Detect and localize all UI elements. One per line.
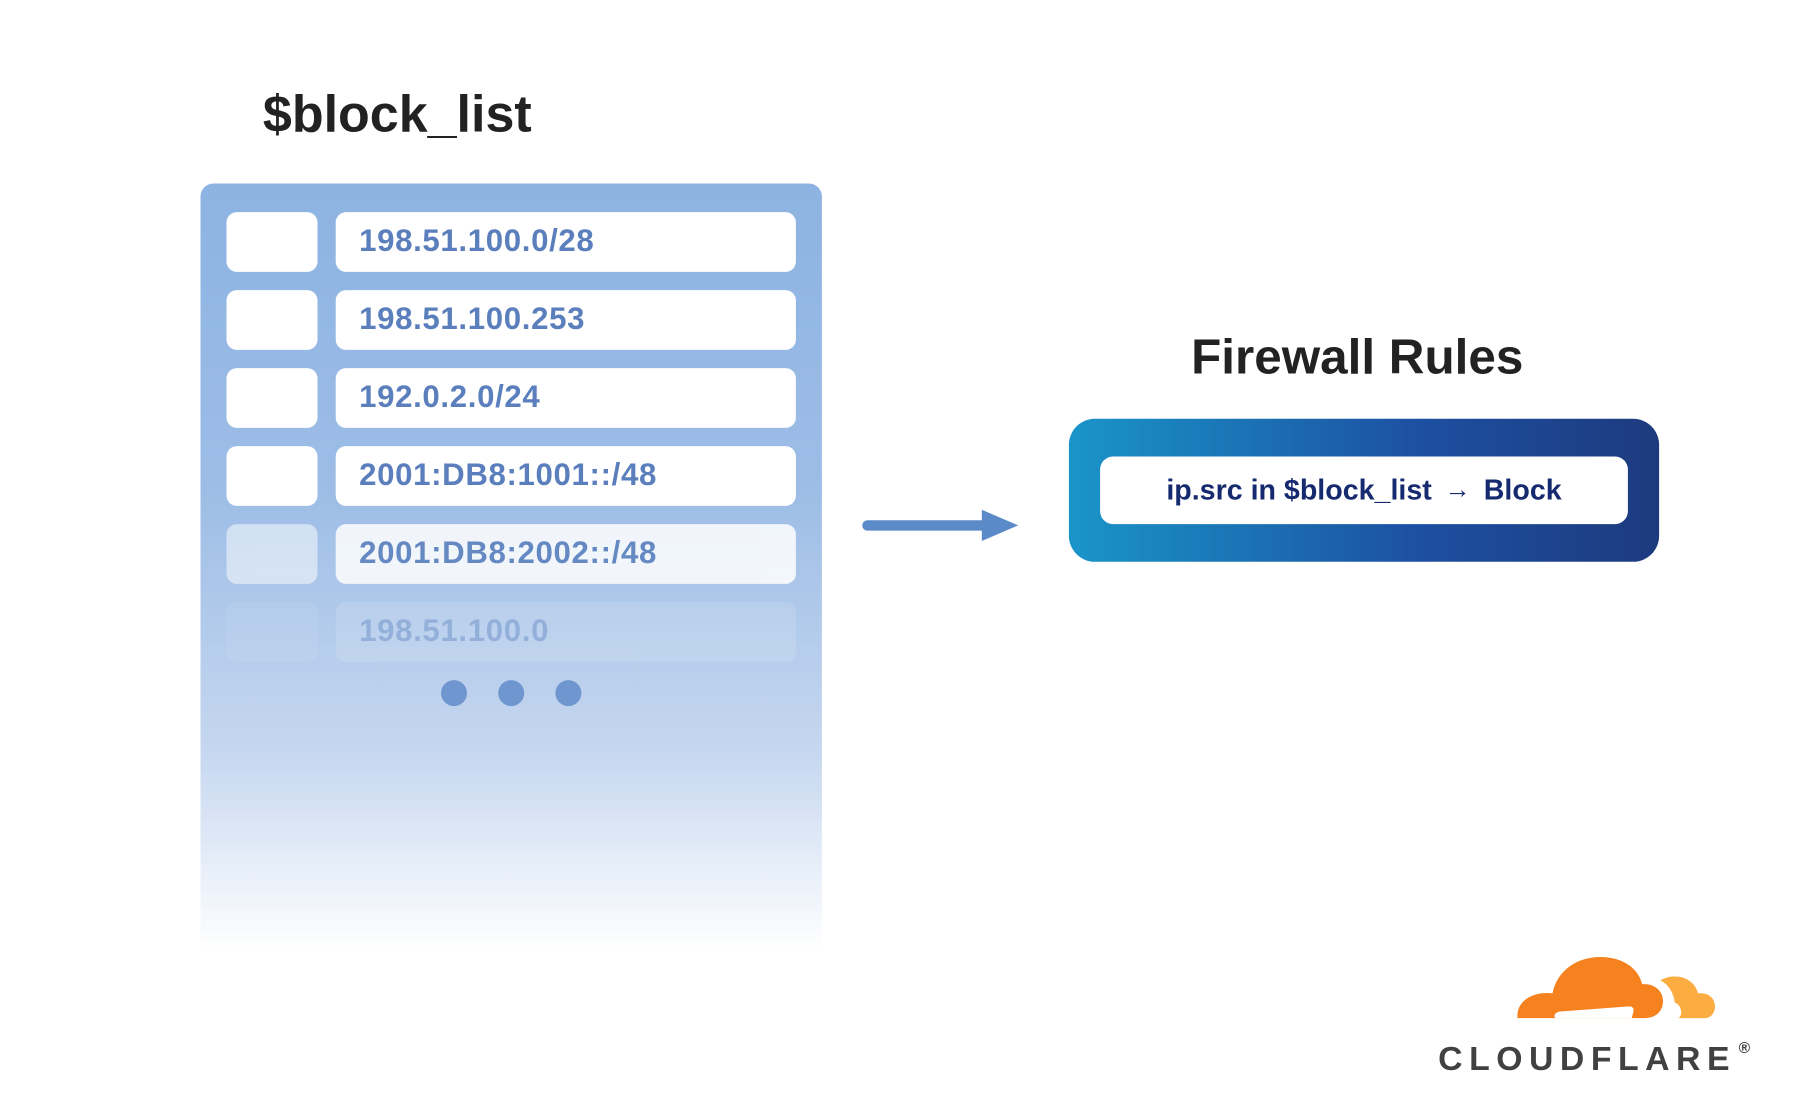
ip-entry: 2001:DB8:1001::/48 [335,446,795,506]
arrow-right-icon [862,504,1018,546]
firewall-rules-title: Firewall Rules [1191,330,1523,386]
ip-entry: 198.51.100.0/28 [335,212,795,272]
cloudflare-logo: CLOUDFLARE® [1438,949,1756,1079]
firewall-rule-expression: ip.src in $block_list → Block [1100,456,1628,524]
ip-entry: 192.0.2.0/24 [335,368,795,428]
list-item: 192.0.2.0/24 [226,368,795,428]
list-item: 198.51.100.0/28 [226,212,795,272]
brand-name: CLOUDFLARE® [1438,1038,1756,1078]
ip-entry: 2001:DB8:2002::/48 [335,524,795,584]
cloud-icon [1480,949,1714,1037]
firewall-rule-card: ip.src in $block_list → Block [1068,418,1658,561]
diagram-canvas: $block_list 198.51.100.0/28 198.51.100.2… [0,0,1817,1113]
drag-handle-icon [226,368,317,428]
arrow-right-icon: → [1444,475,1470,505]
ip-entry: 198.51.100.0 [335,602,795,662]
rule-condition: ip.src in $block_list [1166,473,1431,507]
drag-handle-icon [226,602,317,662]
drag-handle-icon [226,212,317,272]
rule-action: Block [1483,473,1561,507]
list-item: 198.51.100.253 [226,290,795,350]
list-item: 198.51.100.0 [226,602,795,662]
drag-handle-icon [226,290,317,350]
drag-handle-icon [226,524,317,584]
ip-entry: 198.51.100.253 [335,290,795,350]
list-item: 2001:DB8:1001::/48 [226,446,795,506]
drag-handle-icon [226,446,317,506]
ellipsis-icon [226,680,795,706]
block-list-panel: 198.51.100.0/28 198.51.100.253 192.0.2.0… [200,183,821,950]
list-item: 2001:DB8:2002::/48 [226,524,795,584]
block-list-title: $block_list [262,86,531,145]
